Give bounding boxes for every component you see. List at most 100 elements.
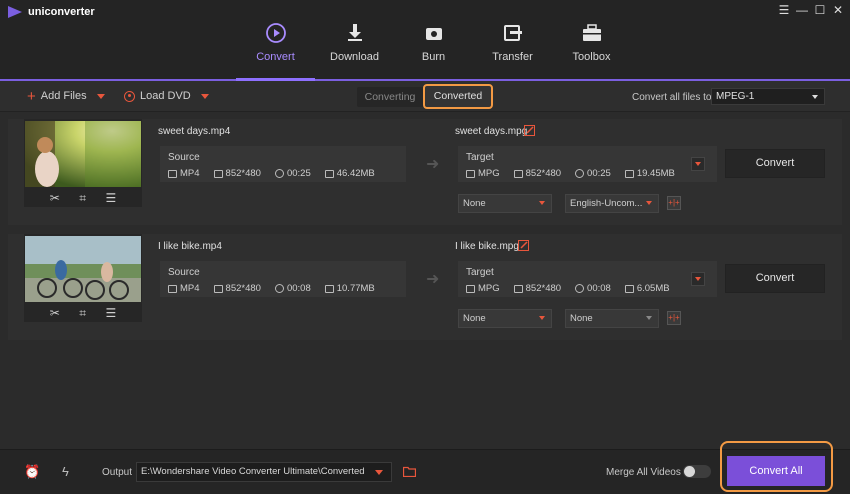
target-label: Target [466, 152, 494, 163]
clock-icon [274, 284, 284, 293]
file-row: ✂ ⌗ ☰ sweet days.mp4 Source MP4 852*480 … [8, 119, 842, 225]
video-thumbnail[interactable] [25, 121, 141, 187]
source-resolution: 852*480 [225, 168, 261, 179]
nav-download[interactable]: Download [315, 0, 394, 80]
source-resolution: 852*480 [225, 283, 261, 294]
output-format-select[interactable]: MPEG-1 [711, 88, 825, 105]
subtitle-select[interactable]: None [458, 309, 552, 328]
add-files-button[interactable]: + Add Files [27, 87, 105, 105]
target-filename: I like bike.mpg [455, 241, 519, 252]
status-tabs: Converting Converted [357, 84, 493, 109]
convert-icon [265, 23, 286, 43]
arrow-right-icon: ➜ [426, 156, 440, 173]
thumbnail-tools: ✂ ⌗ ☰ [24, 189, 142, 207]
chevron-down-icon[interactable] [96, 93, 105, 99]
resolution-info: 852*480 [213, 168, 261, 179]
thumbnail-panel: ✂ ⌗ ☰ [24, 234, 142, 322]
resolution-info: 852*480 [513, 168, 562, 179]
resolution-icon [213, 169, 223, 178]
resolution-icon [513, 169, 523, 178]
target-format-dropdown[interactable] [691, 272, 705, 286]
convert-all-button[interactable]: Convert All [727, 456, 825, 486]
menu-icon[interactable]: ☰ [778, 4, 790, 16]
merge-toggle[interactable] [683, 465, 711, 478]
tab-converting[interactable]: Converting [357, 87, 423, 107]
format-info: MPG [466, 168, 500, 179]
merge-label: Merge All Videos [606, 467, 681, 478]
lightning-icon[interactable]: ϟ [62, 464, 69, 479]
convert-button[interactable]: Convert [725, 264, 825, 293]
convert-button[interactable]: Convert [725, 149, 825, 178]
tab-converted[interactable]: Converted [423, 84, 493, 109]
audio-track-select[interactable]: None [565, 309, 659, 328]
duration-info: 00:25 [575, 168, 611, 179]
edit-icon[interactable] [518, 240, 529, 251]
format-info: MP4 [168, 168, 200, 179]
nav-label: Burn [421, 51, 446, 63]
target-resolution: 852*480 [525, 168, 562, 179]
alarm-clock-icon[interactable]: ⏰ [24, 464, 40, 480]
open-folder-icon[interactable] [403, 466, 416, 477]
close-icon[interactable]: ✕ [832, 4, 844, 16]
nav-label: Toolbox [572, 51, 611, 63]
burn-icon [425, 28, 442, 40]
folder-icon [324, 284, 334, 293]
split-merge-icon[interactable]: +|+ [667, 311, 681, 325]
clock-icon [575, 284, 585, 293]
subtitle-select[interactable]: None [458, 194, 552, 213]
trim-icon[interactable]: ✂ [50, 191, 60, 205]
source-meta: MP4 852*480 00:25 46.42MB [168, 168, 375, 179]
target-duration: 00:08 [587, 283, 611, 294]
nav-transfer[interactable]: Transfer [473, 0, 552, 80]
split-merge-icon[interactable]: +|+ [667, 196, 681, 210]
nav-label: Transfer [492, 51, 533, 63]
folder-icon [324, 169, 334, 178]
film-icon [168, 284, 177, 293]
output-path-select[interactable]: E:\Wondershare Video Converter Ultimate\… [136, 462, 392, 482]
edit-icon[interactable] [524, 125, 535, 136]
effects-icon[interactable]: ☰ [106, 191, 117, 205]
trim-icon[interactable]: ✂ [50, 306, 60, 320]
target-resolution: 852*480 [525, 283, 562, 294]
title-bar: uniconverter ☰ — ☐ ✕ Convert Download Bu… [0, 0, 850, 81]
nav-label: Download [330, 51, 379, 63]
video-thumbnail[interactable] [25, 236, 141, 302]
nav-burn[interactable]: Burn [394, 0, 473, 80]
target-format: MPG [478, 283, 500, 294]
maximize-icon[interactable]: ☐ [814, 4, 826, 16]
source-format: MP4 [180, 168, 200, 179]
nav-convert[interactable]: Convert [236, 0, 315, 80]
app-title: uniconverter [28, 6, 95, 18]
minimize-icon[interactable]: — [796, 4, 808, 16]
thumbnail-image [25, 236, 141, 302]
crop-icon[interactable]: ⌗ [79, 191, 86, 206]
crop-icon[interactable]: ⌗ [79, 306, 86, 321]
source-label: Source [168, 267, 200, 278]
window-controls: ☰ — ☐ ✕ [778, 4, 844, 16]
film-icon [466, 169, 475, 178]
load-dvd-button[interactable]: Load DVD [124, 90, 209, 102]
effects-icon[interactable]: ☰ [106, 306, 117, 320]
source-size: 46.42MB [336, 168, 375, 179]
target-size: 19.45MB [636, 168, 675, 179]
size-info: 19.45MB [624, 168, 675, 179]
dvd-icon [124, 90, 135, 102]
add-files-label: Add Files [40, 90, 87, 102]
thumbnail-panel: ✂ ⌗ ☰ [24, 119, 142, 207]
target-format-dropdown[interactable] [691, 157, 705, 171]
target-info[interactable]: Target MPG 852*480 00:08 6.05MB [458, 261, 717, 297]
clock-icon [274, 169, 284, 178]
resolution-info: 852*480 [513, 283, 562, 294]
plus-icon: + [27, 87, 36, 105]
audio-track-select[interactable]: English-Uncom... [565, 194, 659, 213]
nav-toolbox[interactable]: Toolbox [552, 0, 631, 80]
source-meta: MP4 852*480 00:08 10.77MB [168, 283, 375, 294]
nav-label: Convert [256, 51, 295, 63]
format-info: MPG [466, 283, 500, 294]
source-duration: 00:08 [286, 283, 311, 294]
duration-info: 00:08 [274, 283, 311, 294]
target-label: Target [466, 267, 494, 278]
chevron-down-icon[interactable] [200, 93, 209, 99]
transfer-icon [503, 25, 522, 41]
target-info[interactable]: Target MPG 852*480 00:25 19.45MB [458, 146, 717, 182]
